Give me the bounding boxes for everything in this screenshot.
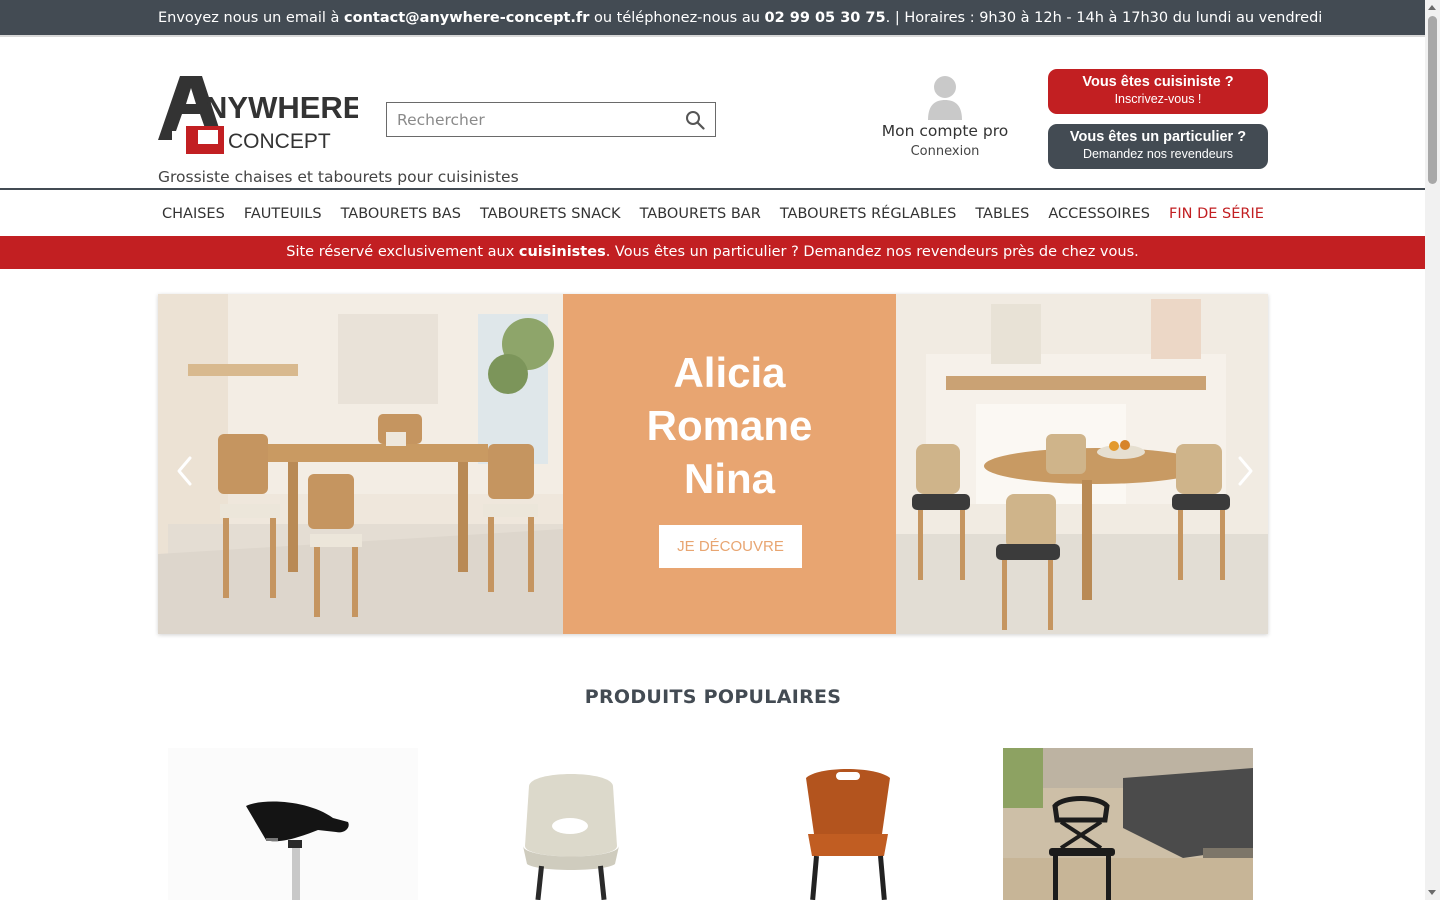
email-prefix: Envoyez nous un email à [158,10,345,26]
cta-pro-title: Vous êtes cuisiniste ? [1082,74,1234,90]
product-orange-chair[interactable] [722,748,972,900]
popular-products-title: PRODUITS POPULAIRES [584,686,842,708]
scrollbar-thumb[interactable] [1428,16,1437,184]
opening-hours: . | Horaires : 9h30 à 12h - 14h à 17h30 … [885,10,1323,26]
notice-text-before: Site réservé exclusivement aux [286,244,519,260]
contact-phone-link[interactable]: 02 99 05 30 75 [765,10,886,26]
logo-text-concept: CONCEPT [228,130,331,153]
pro-account-link[interactable]: Mon compte pro Connexion [870,74,1020,159]
logo-text-anywhere: NYWHERE [205,90,358,125]
site-tagline: Grossiste chaises et tabourets pour cuis… [158,168,519,186]
hero-slider: Alicia Romane Nina Je découvre [158,294,1268,634]
nav-item-tables[interactable]: Tables [971,190,1033,238]
search-icon[interactable] [685,110,705,130]
professional-notice-banner: Site réservé exclusivement aux cuisinist… [0,236,1425,269]
notice-text-bold: cuisinistes [518,244,606,260]
account-title: Mon compte pro [881,122,1009,140]
page-scrollbar[interactable] [1425,0,1440,900]
collection-names: Alicia Romane Nina [563,346,896,505]
slider-prev-arrow[interactable] [174,454,196,488]
scroll-down-arrow-icon[interactable] [1428,890,1436,895]
phone-prefix: ou téléphonez-nous au [589,10,765,26]
page: Envoyez nous un email à contact@anywhere… [0,0,1425,900]
collection-name-nina: Nina [683,455,775,502]
dining-room-photo-left [158,294,563,634]
nav-item-tabourets-snack[interactable]: Tabourets snack [476,190,625,238]
nav-item-fauteuils[interactable]: Fauteuils [240,190,326,238]
scroll-up-arrow-icon[interactable] [1428,5,1436,10]
nav-item-accessoires[interactable]: Accessoires [1044,190,1154,238]
login-link[interactable]: Connexion [870,144,1020,159]
particulier-resellers-button[interactable]: Vous êtes un particulier ? Demandez nos … [1048,124,1268,169]
nav-item-tabourets-bas[interactable]: Tabourets bas [337,190,465,238]
cuisiniste-signup-button[interactable]: Vous êtes cuisiniste ? Inscrivez-vous ! [1048,69,1268,114]
product-black-cross-chair[interactable] [1003,748,1253,900]
nav-item-chaises[interactable]: Chaises [158,190,229,238]
collection-name-alicia: Alicia [673,349,786,396]
nav-item-fin-de-serie[interactable]: Fin de série [1165,190,1268,238]
contact-email-link[interactable]: contact@anywhere-concept.fr [344,10,589,26]
search-box [386,102,716,137]
discover-button[interactable]: Je découvre [659,525,802,568]
nav-list: Chaises Fauteuils Tabourets bas Tabouret… [158,190,1268,238]
user-avatar-icon [928,76,962,120]
nav-item-tabourets-bar[interactable]: Tabourets bar [636,190,765,238]
cta-private-sub: Demandez nos revendeurs [1082,147,1234,161]
dining-room-photo-right [896,294,1268,634]
cta-private-title: Vous êtes un particulier ? [1069,129,1247,145]
main-navigation: Chaises Fauteuils Tabourets bas Tabouret… [0,188,1425,236]
promo-panel: Alicia Romane Nina Je découvre [563,294,896,634]
cta-pro-sub: Inscrivez-vous ! [1114,92,1202,106]
search-input[interactable] [387,103,687,136]
notice-text-after: . Vous êtes un particulier ? Demandez no… [605,244,1139,260]
anywhere-concept-logo[interactable]: NYWHERE CONCEPT [158,76,358,154]
product-beige-chair[interactable] [445,748,695,900]
nav-item-tabourets-reglables[interactable]: Tabourets réglables [776,190,960,238]
slider-next-arrow[interactable] [1234,454,1256,488]
collection-name-romane: Romane [646,402,813,449]
top-contact-bar: Envoyez nous un email à contact@anywhere… [0,0,1425,37]
contact-info: Envoyez nous un email à contact@anywhere… [158,0,1322,37]
product-black-bar-stool[interactable] [168,748,418,900]
